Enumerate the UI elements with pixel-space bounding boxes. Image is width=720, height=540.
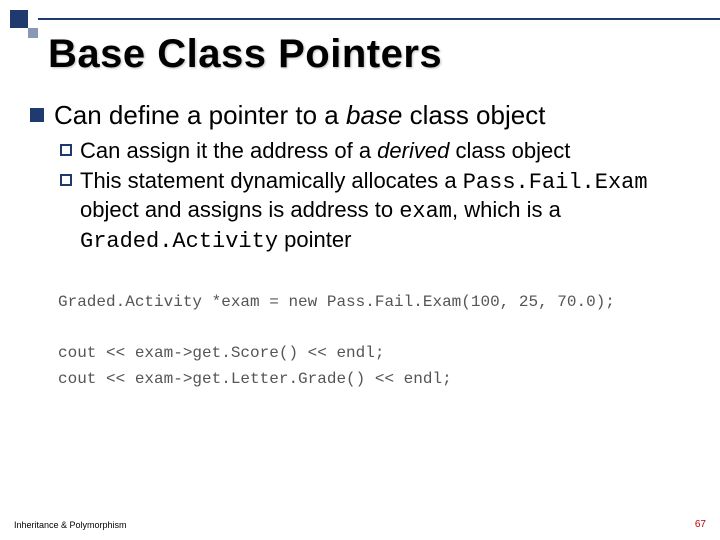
inline-code: Graded.Activity — [80, 229, 278, 254]
italic-text: derived — [377, 138, 449, 163]
slide-title: Base Class Pointers — [48, 32, 442, 77]
text-segment: , which is a — [452, 197, 561, 222]
inline-code: exam — [399, 199, 452, 224]
hollow-square-bullet-icon — [60, 174, 72, 186]
bullet-text: This statement dynamically allocates a P… — [80, 167, 690, 256]
bullet-text: Can define a pointer to a base class obj… — [54, 100, 545, 131]
text-segment: class object — [402, 100, 545, 130]
bullet-level2: This statement dynamically allocates a P… — [60, 167, 690, 256]
text-segment: pointer — [278, 227, 351, 252]
inline-code: Pass.Fail.Exam — [463, 170, 648, 195]
deco-square-large — [10, 10, 28, 28]
bullet-level2: Can assign it the address of a derived c… — [60, 137, 690, 165]
text-segment: class object — [449, 138, 570, 163]
top-rule — [38, 18, 720, 20]
text-segment: This statement dynamically allocates a — [80, 168, 463, 193]
filled-square-bullet-icon — [30, 108, 44, 122]
text-segment: Can define a pointer to a — [54, 100, 346, 130]
text-segment: object and assigns is address to — [80, 197, 399, 222]
italic-text: base — [346, 100, 402, 130]
text-segment: Can assign it the address of a — [80, 138, 377, 163]
deco-square-small — [28, 28, 38, 38]
code-block: Graded.Activity *exam = new Pass.Fail.Ex… — [58, 290, 690, 392]
bullet-text: Can assign it the address of a derived c… — [80, 137, 570, 165]
footer-left: Inheritance & Polymorphism — [14, 520, 127, 530]
page-number: 67 — [695, 519, 706, 530]
content-area: Can define a pointer to a base class obj… — [30, 100, 690, 393]
hollow-square-bullet-icon — [60, 144, 72, 156]
bullet-level1: Can define a pointer to a base class obj… — [30, 100, 690, 131]
